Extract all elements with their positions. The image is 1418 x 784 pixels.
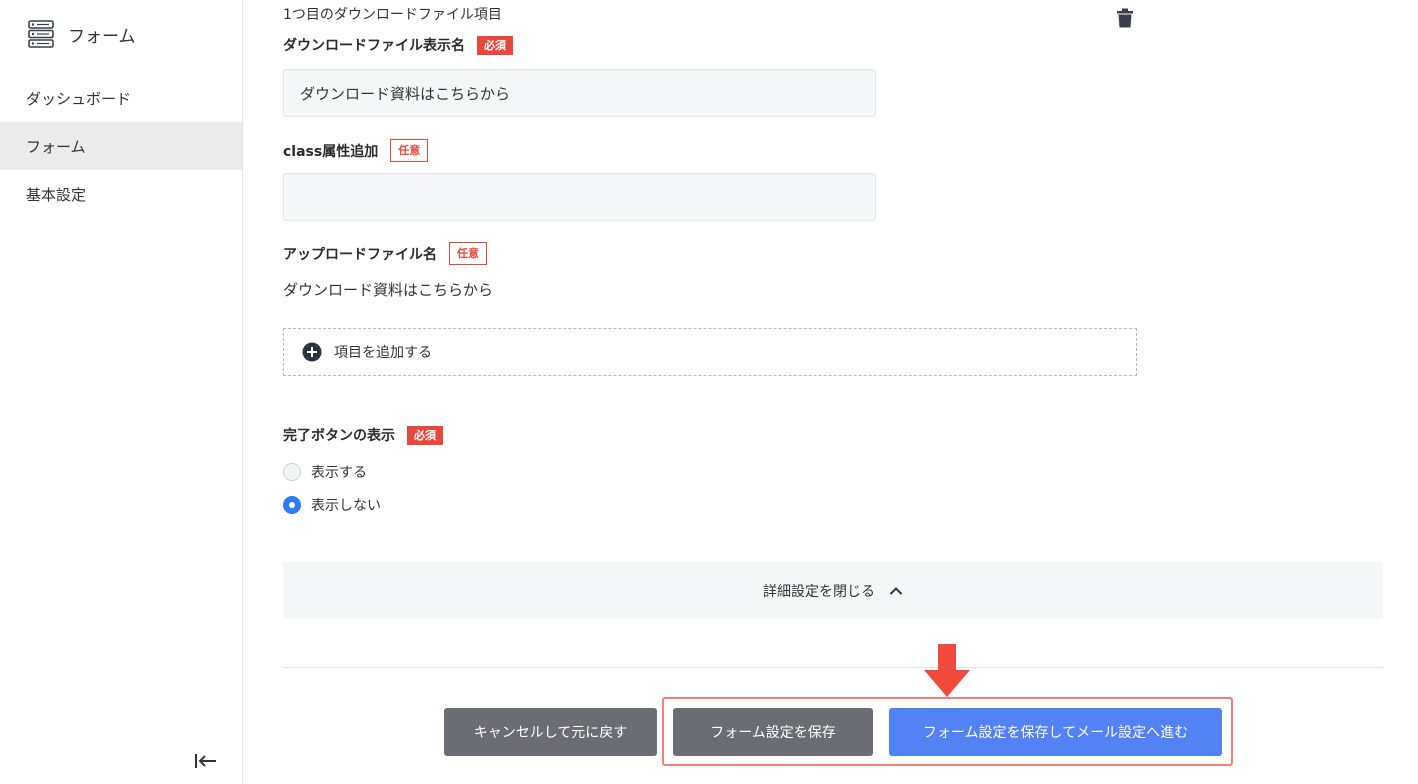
sidebar-item-label: 基本設定 xyxy=(26,185,87,204)
field-label-text: class属性追加 xyxy=(283,143,379,160)
optional-badge: 任意 xyxy=(449,242,487,265)
required-badge: 必須 xyxy=(477,35,513,55)
class-attr-label: class属性追加 任意 xyxy=(283,139,429,162)
download-name-label: ダウンロードファイル表示名 必須 xyxy=(283,35,513,55)
sidebar-item-form[interactable]: フォーム xyxy=(0,122,242,170)
upload-name-label: アップロードファイル名 任意 xyxy=(283,242,487,265)
close-details-button[interactable]: 詳細設定を閉じる xyxy=(283,562,1383,619)
sidebar-item-label: フォーム xyxy=(26,137,86,156)
required-badge: 必須 xyxy=(407,425,443,445)
section-title: 1つ目のダウンロードファイル項目 xyxy=(283,7,502,23)
main-content: 1つ目のダウンロードファイル項目 ダウンロードファイル表示名 必須 class属… xyxy=(243,0,1418,784)
optional-badge: 任意 xyxy=(390,139,429,162)
sidebar-item-basic-settings[interactable]: 基本設定 xyxy=(0,170,242,218)
sidebar: フォーム ダッシュボード フォーム 基本設定 xyxy=(0,0,243,784)
plus-circle-icon xyxy=(302,342,322,362)
add-item-label: 項目を追加する xyxy=(334,345,432,361)
chevron-up-icon xyxy=(889,586,903,595)
radio-button[interactable] xyxy=(283,463,301,481)
sidebar-item-label: ダッシュボード xyxy=(26,89,132,108)
trash-icon[interactable] xyxy=(1116,8,1134,28)
add-item-button[interactable]: 項目を追加する xyxy=(283,328,1137,376)
radio-button-checked[interactable] xyxy=(283,496,301,514)
server-icon xyxy=(28,20,54,48)
field-label-text: アップロードファイル名 xyxy=(283,246,437,263)
brand-label: フォーム xyxy=(68,26,136,47)
details-toggle-label: 詳細設定を閉じる xyxy=(763,583,875,600)
sidebar-item-dashboard[interactable]: ダッシュボード xyxy=(0,74,242,122)
radio-label: 表示しない xyxy=(311,498,381,514)
radio-label: 表示する xyxy=(311,465,367,481)
cancel-button[interactable]: キャンセルして元に戻す xyxy=(444,708,657,756)
save-and-next-button[interactable]: フォーム設定を保存してメール設定へ進む xyxy=(889,708,1222,756)
down-arrow-icon xyxy=(924,644,970,697)
upload-name-value: ダウンロード資料はこちらから xyxy=(283,281,494,299)
complete-button-label: 完了ボタンの表示 必須 xyxy=(283,425,443,445)
sidebar-brand: フォーム xyxy=(28,20,136,48)
field-label-text: ダウンロードファイル表示名 xyxy=(283,38,465,54)
radio-hide[interactable]: 表示しない xyxy=(283,495,381,515)
collapse-left-icon[interactable] xyxy=(193,750,219,772)
download-name-input[interactable] xyxy=(283,69,876,117)
field-label-text: 完了ボタンの表示 xyxy=(283,428,395,444)
footer-divider xyxy=(283,667,1383,668)
save-form-button[interactable]: フォーム設定を保存 xyxy=(673,708,873,756)
radio-show[interactable]: 表示する xyxy=(283,462,367,482)
class-attr-input[interactable] xyxy=(283,173,876,221)
